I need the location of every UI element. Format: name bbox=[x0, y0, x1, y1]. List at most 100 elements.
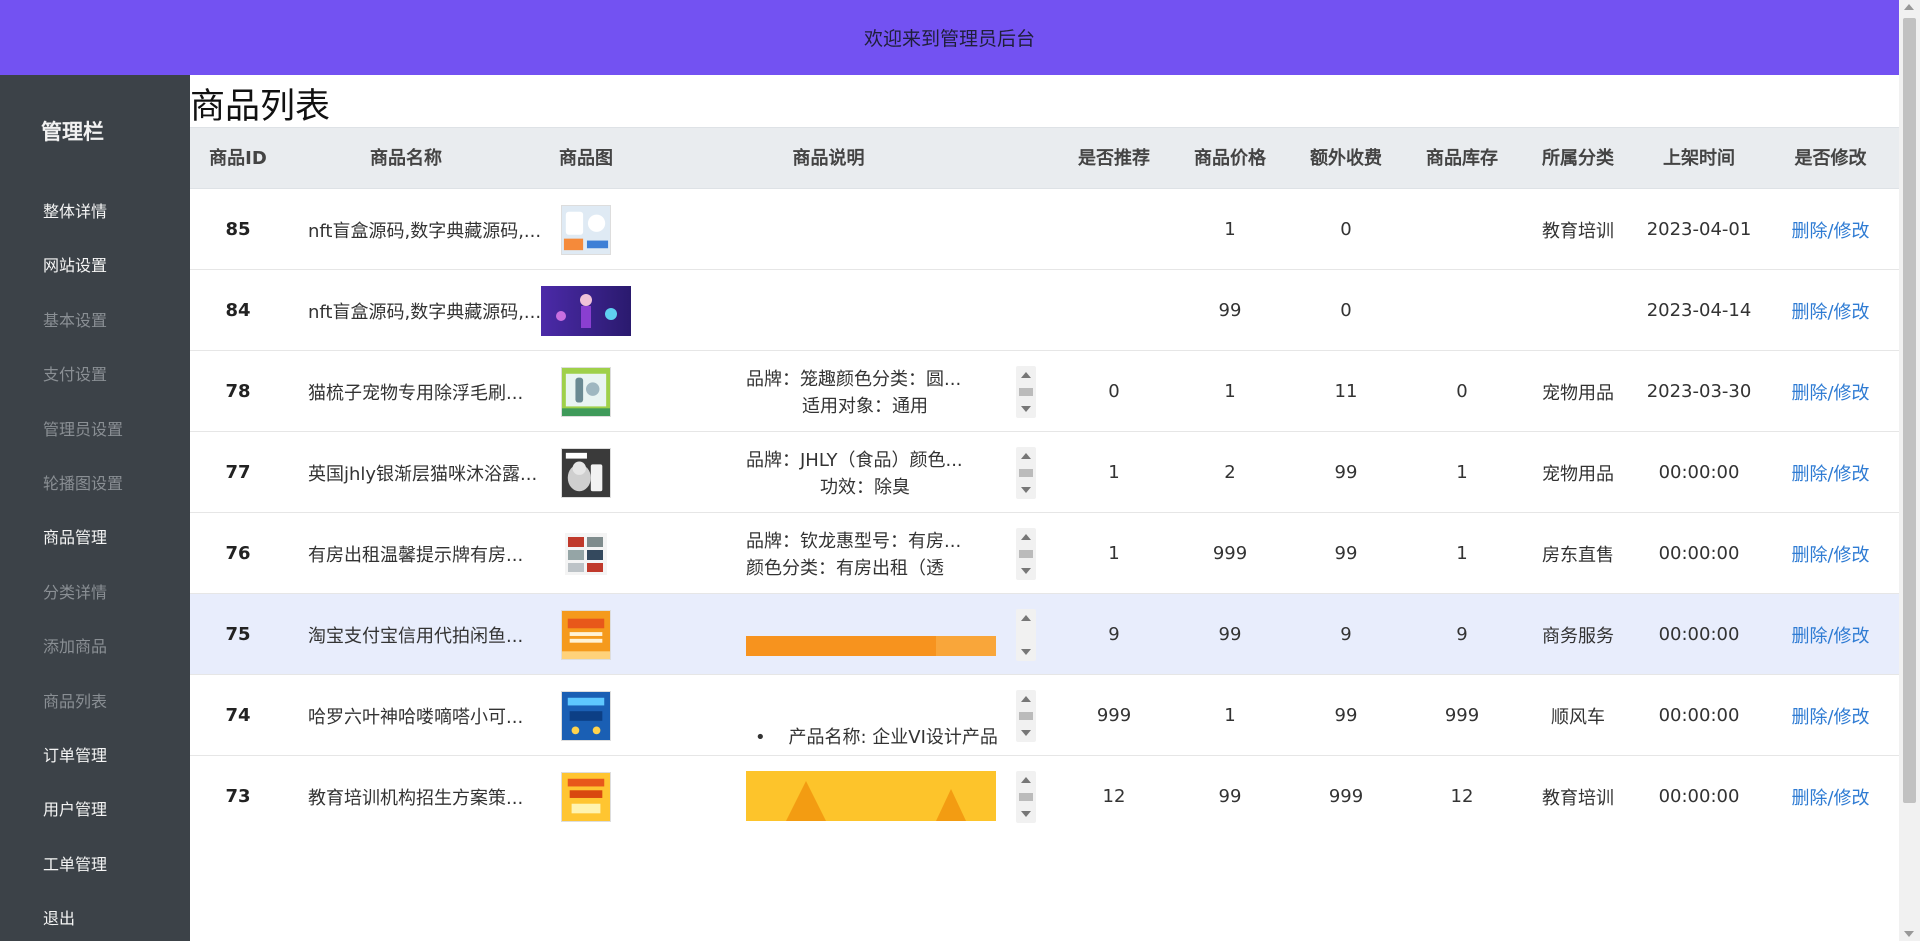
product-77-thumbnail bbox=[561, 447, 611, 498]
product-id: 73 bbox=[225, 786, 251, 807]
product-stock: 0 bbox=[1456, 381, 1468, 402]
delete-edit-link[interactable]: 删除/修改 bbox=[1762, 351, 1899, 432]
delete-edit-link[interactable]: 删除/修改 bbox=[1762, 513, 1899, 594]
col-header-recommend: 是否推荐 bbox=[1078, 148, 1150, 169]
scroll-thumb[interactable] bbox=[1019, 469, 1033, 477]
page-title: 商品列表 bbox=[190, 87, 331, 127]
scroll-up-icon[interactable] bbox=[1904, 4, 1914, 10]
col-header-price: 商品价格 bbox=[1194, 148, 1266, 169]
scroll-up-icon[interactable] bbox=[1021, 777, 1031, 783]
delete-edit-link[interactable]: 删除/修改 bbox=[1762, 594, 1899, 675]
product-id: 84 bbox=[225, 300, 251, 321]
scroll-down-icon[interactable] bbox=[1021, 568, 1031, 574]
product-extra-fee: 99 bbox=[1334, 543, 1358, 564]
scroll-up-icon[interactable] bbox=[1021, 615, 1031, 621]
product-recommend: 0 bbox=[1108, 381, 1120, 402]
product-listed-time: 2023-04-01 bbox=[1646, 219, 1752, 240]
product-listed-time: 00:00:00 bbox=[1658, 786, 1740, 807]
product-image bbox=[526, 432, 646, 513]
product-name: 教育培训机构招生方案策... bbox=[308, 787, 524, 809]
delete-edit-link[interactable]: 删除/修改 bbox=[1762, 270, 1899, 351]
sidebar-item-overview[interactable]: 整体详情 bbox=[43, 198, 107, 222]
scroll-down-icon[interactable] bbox=[1021, 649, 1031, 655]
product-image bbox=[526, 351, 646, 432]
product-category: 教育培训 bbox=[1542, 787, 1614, 809]
description-banner-image bbox=[746, 771, 996, 821]
scroll-thumb[interactable] bbox=[1019, 550, 1033, 558]
product-price: 999 bbox=[1212, 543, 1248, 564]
delete-edit-link[interactable]: 删除/修改 bbox=[1762, 675, 1899, 756]
product-recommend: 1 bbox=[1108, 543, 1120, 564]
scroll-thumb[interactable] bbox=[1019, 388, 1033, 396]
product-price: 2 bbox=[1224, 462, 1236, 483]
sidebar-item-order-management[interactable]: 订单管理 bbox=[43, 742, 107, 766]
description-line: 品牌：笼趣颜色分类：圆... bbox=[746, 369, 962, 390]
description-scrollbar[interactable] bbox=[1016, 366, 1036, 418]
scroll-thumb[interactable] bbox=[1019, 712, 1033, 720]
product-listed-time: 00:00:00 bbox=[1658, 462, 1740, 483]
page-scrollbar[interactable] bbox=[1899, 0, 1920, 941]
scroll-up-icon[interactable] bbox=[1021, 534, 1031, 540]
product-id: 77 bbox=[225, 462, 251, 483]
scroll-down-icon[interactable] bbox=[1021, 811, 1031, 817]
product-category: 宠物用品 bbox=[1542, 382, 1614, 404]
sidebar-item-product-list[interactable]: 商品列表 bbox=[43, 688, 107, 712]
sidebar-item-admin-settings[interactable]: 管理员设置 bbox=[43, 416, 123, 440]
product-stock: 1 bbox=[1456, 543, 1468, 564]
sidebar-item-carousel-settings[interactable]: 轮播图设置 bbox=[43, 470, 123, 494]
scroll-up-icon[interactable] bbox=[1021, 453, 1031, 459]
sidebar-item-add-product[interactable]: 添加商品 bbox=[43, 633, 107, 657]
product-recommend: 12 bbox=[1102, 786, 1126, 807]
table-row: 77 英国jhly银渐层猫咪沐浴露... 品牌：JHLY（食品）颜色... 功效… bbox=[190, 432, 1899, 513]
product-description: 品牌：笼趣颜色分类：圆... 适用对象：通用 bbox=[746, 366, 1008, 418]
scroll-down-icon[interactable] bbox=[1021, 730, 1031, 736]
description-scrollbar[interactable] bbox=[1016, 447, 1036, 499]
sidebar-item-payment-settings[interactable]: 支付设置 bbox=[43, 361, 107, 385]
sidebar-item-basic-settings[interactable]: 基本设置 bbox=[43, 307, 107, 331]
sidebar-item-user-management[interactable]: 用户管理 bbox=[43, 796, 107, 820]
product-75-thumbnail bbox=[561, 609, 611, 660]
product-price: 1 bbox=[1224, 705, 1236, 726]
product-name: nft盲盒源码,数字典藏源码,... bbox=[308, 220, 542, 242]
description-scrollbar[interactable] bbox=[1016, 690, 1036, 742]
description-scrollbar[interactable] bbox=[1016, 771, 1036, 823]
product-id: 85 bbox=[225, 219, 251, 240]
col-header-modify: 是否修改 bbox=[1794, 148, 1867, 169]
description-scrollbar[interactable] bbox=[1016, 609, 1036, 661]
product-category: 商务服务 bbox=[1542, 625, 1614, 647]
sidebar-item-logout[interactable]: 退出 bbox=[43, 905, 75, 929]
scroll-up-icon[interactable] bbox=[1021, 372, 1031, 378]
table-row: 78 猫梳子宠物专用除浮毛刷... 品牌：笼趣颜色分类：圆... 适用对象：通用… bbox=[190, 351, 1899, 432]
sidebar-item-product-management[interactable]: 商品管理 bbox=[43, 524, 107, 548]
product-name: 有房出租温馨提示牌有房... bbox=[308, 544, 524, 566]
product-recommend: 1 bbox=[1108, 462, 1120, 483]
scroll-down-icon[interactable] bbox=[1021, 487, 1031, 493]
product-extra-fee: 11 bbox=[1334, 381, 1358, 402]
product-73-thumbnail bbox=[561, 771, 611, 822]
description-scrollbar[interactable] bbox=[1016, 528, 1036, 580]
product-74-thumbnail bbox=[561, 690, 611, 741]
delete-edit-link[interactable]: 删除/修改 bbox=[1762, 432, 1899, 513]
scroll-thumb[interactable] bbox=[1019, 793, 1033, 801]
sidebar-item-ticket-management[interactable]: 工单管理 bbox=[43, 851, 107, 875]
table-row: 74 哈罗六叶神哈喽嘀嗒小可... • 产品名称: 企业VI设计产品 999 1… bbox=[190, 675, 1899, 756]
product-category: 教育培训 bbox=[1542, 220, 1614, 242]
description-line: 品牌：钦龙惠型号：有房... bbox=[746, 531, 962, 552]
header-title: 欢迎来到管理员后台 bbox=[863, 28, 1035, 50]
product-id: 75 bbox=[225, 624, 251, 645]
scroll-thumb[interactable] bbox=[1903, 18, 1916, 803]
col-header-extra-fee: 额外收费 bbox=[1310, 148, 1382, 169]
scroll-down-icon[interactable] bbox=[1021, 406, 1031, 412]
description-bullet: • 产品名称: 企业VI设计产品 bbox=[755, 727, 998, 748]
product-stock: 999 bbox=[1444, 705, 1480, 726]
delete-edit-link[interactable]: 删除/修改 bbox=[1762, 189, 1899, 270]
product-extra-fee: 0 bbox=[1340, 300, 1352, 321]
product-stock: 9 bbox=[1456, 624, 1468, 645]
scroll-up-icon[interactable] bbox=[1021, 696, 1031, 702]
sidebar-item-site-settings[interactable]: 网站设置 bbox=[43, 252, 107, 276]
delete-edit-link[interactable]: 删除/修改 bbox=[1762, 756, 1899, 837]
col-header-category: 所属分类 bbox=[1542, 148, 1614, 169]
scroll-down-icon[interactable] bbox=[1904, 931, 1914, 937]
sidebar-item-category-details[interactable]: 分类详情 bbox=[43, 579, 107, 603]
product-category bbox=[1520, 270, 1636, 351]
